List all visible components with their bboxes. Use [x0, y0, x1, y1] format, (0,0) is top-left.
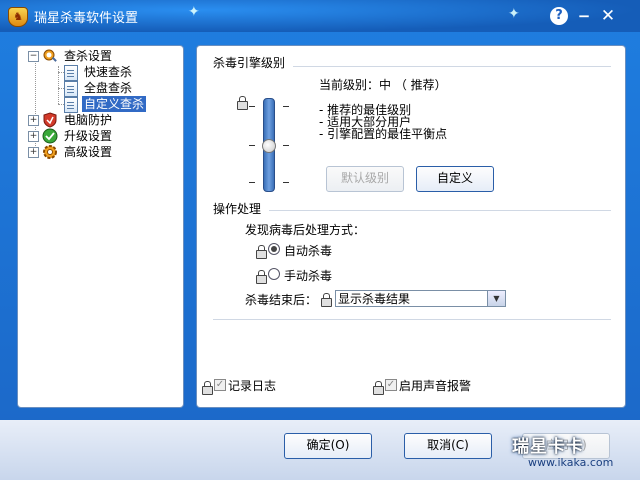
tree-item-label: 查杀设置	[64, 49, 113, 63]
engine-level-section-title: 杀毒引擎级别	[213, 56, 286, 70]
settings-window: ✦ ✦ ♞ 瑞星杀毒软件设置 ? − ✕ − 查杀设置 快速查杀 全盘查杀 自定…	[0, 0, 640, 480]
brand-watermark-url: www.ikaka.com	[528, 456, 614, 469]
slider-tick	[249, 106, 255, 107]
lock-icon[interactable]	[256, 245, 267, 259]
lock-icon[interactable]	[202, 381, 213, 395]
ok-button[interactable]: 确定(O)	[284, 433, 372, 459]
search-settings-icon	[42, 48, 58, 64]
custom-level-button[interactable]: 自定义	[416, 166, 494, 192]
decorative-star-icon: ✦	[508, 6, 520, 22]
decorative-star-icon: ✦	[188, 4, 200, 20]
document-icon	[64, 81, 78, 97]
cancel-button[interactable]: 取消(C)	[404, 433, 492, 459]
tree-item-label: 快速查杀	[84, 65, 133, 79]
section-divider	[293, 66, 611, 67]
shield-app-icon: ♞	[8, 7, 28, 27]
title-bar[interactable]: ✦ ✦ ♞ 瑞星杀毒软件设置 ? − ✕	[0, 0, 640, 32]
auto-kill-radio[interactable]	[268, 243, 280, 255]
tree-item-label: 全盘查杀	[84, 81, 133, 95]
custom-scan-settings-panel: 杀毒引擎级别 当前级别：中 （ 推荐） - 推荐的最佳级别 - 适用大部分用户 …	[196, 45, 626, 408]
default-level-button[interactable]: 默认级别	[326, 166, 404, 192]
shield-icon	[42, 112, 58, 128]
lock-icon[interactable]	[256, 270, 267, 284]
slider-tick	[283, 106, 289, 107]
record-log-label[interactable]: 记录日志	[228, 377, 276, 394]
level-description: - 引擎配置的最佳平衡点	[319, 127, 448, 141]
expand-icon[interactable]: +	[28, 147, 39, 158]
expand-icon[interactable]: +	[28, 115, 39, 126]
chevron-down-icon[interactable]: ▼	[487, 291, 505, 306]
engine-level-slider-thumb[interactable]	[262, 139, 276, 153]
after-scan-action-select[interactable]: 显示杀毒结果 ▼	[335, 290, 506, 307]
tree-item-label: 升级设置	[64, 129, 113, 143]
lock-icon[interactable]	[237, 96, 248, 110]
virus-action-prompt: 发现病毒后处理方式：	[245, 223, 366, 237]
auto-kill-label[interactable]: 自动杀毒	[284, 242, 332, 259]
lock-icon[interactable]	[373, 381, 384, 395]
collapse-icon[interactable]: −	[28, 51, 39, 62]
slider-tick	[249, 145, 255, 146]
manual-kill-radio[interactable]	[268, 268, 280, 280]
upgrade-icon	[42, 128, 58, 144]
document-icon	[64, 65, 78, 81]
slider-tick	[283, 145, 289, 146]
settings-tree: − 查杀设置 快速查杀 全盘查杀 自定义查杀 + 电脑防护 + 升级设置 + 高…	[17, 45, 184, 408]
manual-kill-label[interactable]: 手动杀毒	[284, 267, 332, 284]
current-level-label: 当前级别：中 （ 推荐）	[319, 78, 447, 92]
slider-tick	[249, 182, 255, 183]
record-log-checkbox[interactable]: ✓	[214, 379, 226, 391]
section-divider	[269, 210, 611, 211]
tree-item-label-selected: 自定义查杀	[82, 96, 147, 112]
expand-icon[interactable]: +	[28, 131, 39, 142]
tree-item-label: 电脑防护	[64, 113, 113, 127]
section-divider	[213, 319, 611, 320]
operation-section-title: 操作处理	[213, 202, 262, 216]
gear-icon	[42, 144, 58, 160]
sound-alarm-checkbox[interactable]: ✓	[385, 379, 397, 391]
after-scan-action-value: 显示杀毒结果	[338, 292, 411, 306]
tree-item-label: 高级设置	[64, 145, 113, 159]
window-title: 瑞星杀毒软件设置	[34, 11, 139, 26]
close-icon[interactable]: ✕	[598, 6, 618, 26]
lock-icon[interactable]	[321, 293, 332, 307]
document-icon	[64, 97, 78, 113]
sound-alarm-label[interactable]: 启用声音报警	[399, 377, 471, 394]
minimize-icon[interactable]: −	[574, 6, 594, 26]
help-icon[interactable]: ?	[550, 7, 568, 25]
after-scan-label: 杀毒结束后：	[245, 293, 318, 307]
slider-tick	[283, 182, 289, 183]
